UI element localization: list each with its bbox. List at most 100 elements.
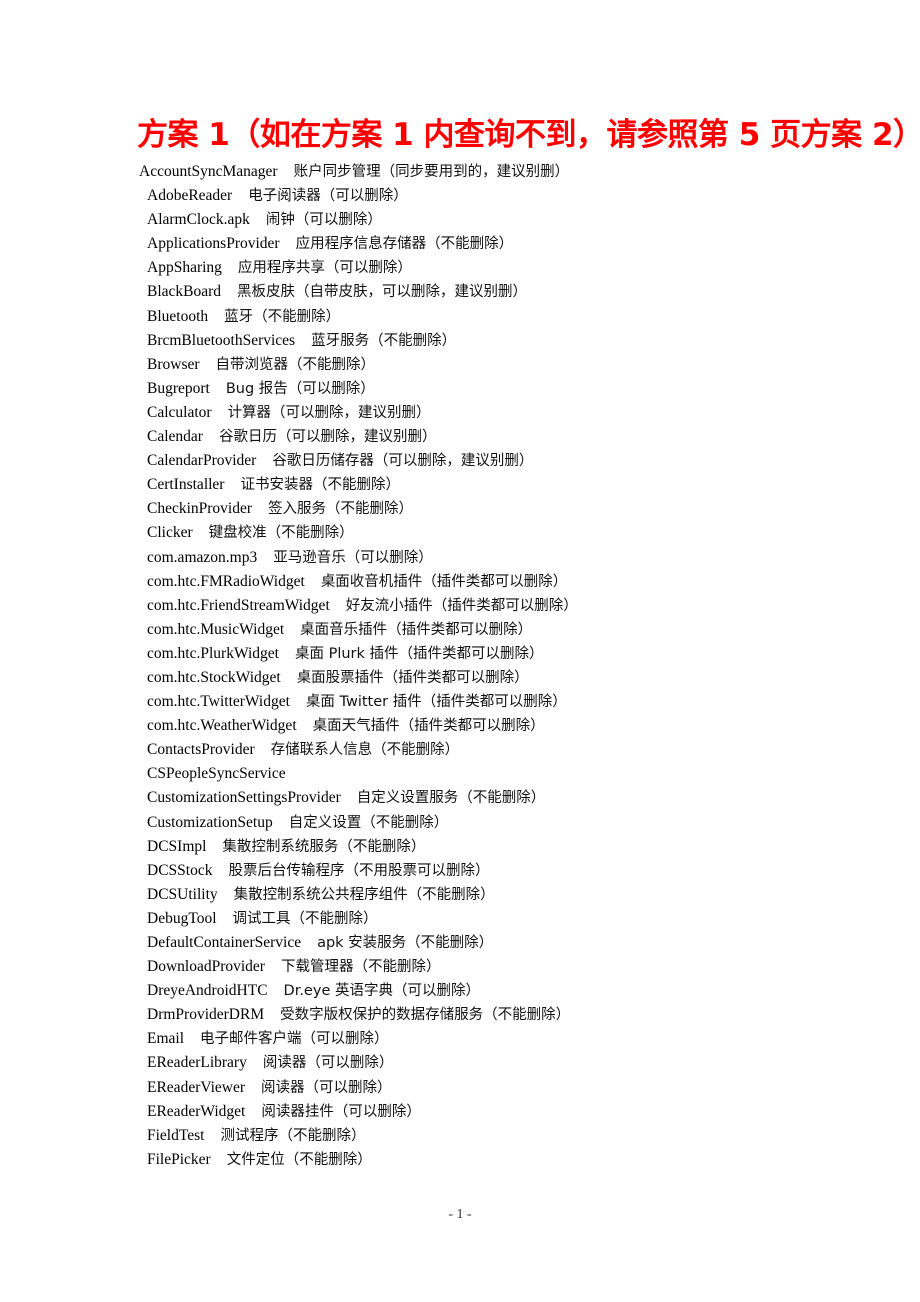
app-entry: com.htc.FMRadioWidget 桌面收音机插件（插件类都可以删除） <box>0 570 920 594</box>
app-entry-name: CustomizationSetup <box>147 813 273 831</box>
app-entry-name: DefaultContainerService <box>147 934 302 951</box>
app-entry-name: ApplicationsProvider <box>147 235 280 253</box>
app-entry-name: Clicker <box>147 524 193 542</box>
app-entry-description: 测试程序（不能删除） <box>220 1127 366 1144</box>
app-entry-name: com.htc.FriendStreamWidget <box>147 596 330 614</box>
app-entry-description: 阅读器挂件（可以删除） <box>261 1103 421 1120</box>
app-entry-description: 桌面收音机插件（插件类都可以删除） <box>320 573 568 590</box>
app-entry: CertInstaller 证书安装器（不能删除） <box>0 473 920 497</box>
app-entry-name: BrcmBluetoothServices <box>147 331 296 349</box>
app-entry-name: com.htc.MusicWidget <box>147 620 285 638</box>
app-entry-name: FieldTest <box>147 1126 205 1144</box>
app-entry: EReaderWidget 阅读器挂件（可以删除） <box>0 1100 920 1124</box>
app-entry-description: 桌面 Twitter 插件（插件类都可以删除） <box>305 694 567 711</box>
app-entry-description: apk 安装服务（不能删除） <box>317 935 494 951</box>
app-entry-name: DCSImpl <box>147 837 207 855</box>
app-entry-name: CheckinProvider <box>147 500 253 518</box>
app-entry: CSPeopleSyncService <box>0 762 920 786</box>
app-entry-name: EReaderViewer <box>147 1078 246 1096</box>
app-entry-name: ContactsProvider <box>147 741 255 759</box>
app-entry-description: 谷歌日历储存器（可以删除，建议别删） <box>272 453 534 470</box>
app-entry: com.htc.PlurkWidget 桌面 Plurk 插件（插件类都可以删除） <box>0 642 920 666</box>
app-entry: DownloadProvider 下载管理器（不能删除） <box>0 955 920 979</box>
app-entry: Bluetooth 蓝牙（不能删除） <box>0 305 920 329</box>
app-entry: ContactsProvider 存储联系人信息（不能删除） <box>0 738 920 762</box>
app-entry: com.htc.WeatherWidget 桌面天气插件（插件类都可以删除） <box>0 714 920 738</box>
app-entry-description: 谷歌日历（可以删除，建议别删） <box>218 429 437 446</box>
app-entry-description: 好友流小插件（插件类都可以删除） <box>345 597 578 614</box>
app-entry-name: EReaderLibrary <box>147 1054 247 1072</box>
app-entry: ApplicationsProvider 应用程序信息存储器（不能删除） <box>0 232 920 256</box>
app-entry-name: com.htc.StockWidget <box>147 668 281 686</box>
app-entry-description: 调试工具（不能删除） <box>232 910 378 927</box>
app-entry: BrcmBluetoothServices 蓝牙服务（不能删除） <box>0 329 920 353</box>
app-entry-name: CustomizationSettingsProvider <box>147 789 341 807</box>
app-entry-description: 自定义设置（不能删除） <box>288 814 449 831</box>
app-entry-description: 亚马逊音乐（可以删除） <box>273 549 433 566</box>
app-entry-description: 桌面音乐插件（插件类都可以删除） <box>300 621 533 638</box>
app-entry: AppSharing 应用程序共享（可以删除） <box>0 256 920 280</box>
app-entry-description: 股票后台传输程序（不用股票可以删除） <box>228 862 490 879</box>
app-entry-description: 阅读器（可以删除） <box>261 1079 392 1096</box>
app-entry: Email 电子邮件客户端（可以删除） <box>0 1027 920 1051</box>
app-entry-name: Calendar <box>147 428 203 446</box>
page-title: 方案 1（如在方案 1 内查询不到，请参照第 5 页方案 2） <box>137 117 920 153</box>
app-entry-description: Bug 报告（可以删除） <box>225 380 375 397</box>
app-entry-description: 电子阅读器（可以删除） <box>248 188 408 205</box>
app-entry-description: 闹钟（可以删除） <box>265 212 382 229</box>
app-entry-description: 自定义设置服务（不能删除） <box>356 790 546 807</box>
app-entry-description: 集散控制系统服务（不能删除） <box>222 838 426 855</box>
app-entry: DCSStock 股票后台传输程序（不用股票可以删除） <box>0 859 920 883</box>
app-entry-name: CertInstaller <box>147 476 225 494</box>
app-entry-description: 黑板皮肤（自带皮肤，可以删除，建议别删） <box>237 284 528 301</box>
app-entry-description: 桌面 Plurk 插件（插件类都可以删除） <box>294 645 544 662</box>
app-entry: FieldTest 测试程序（不能删除） <box>0 1124 920 1148</box>
app-entry-name: AppSharing <box>147 259 222 277</box>
app-entry-description: 受数字版权保护的数据存储服务（不能删除） <box>280 1007 571 1024</box>
app-entry: com.htc.TwitterWidget 桌面 Twitter 插件（插件类都可… <box>0 690 920 714</box>
app-entry-description: 集散控制系统公共程序组件（不能删除） <box>233 886 495 903</box>
app-entry: com.htc.MusicWidget 桌面音乐插件（插件类都可以删除） <box>0 618 920 642</box>
app-entry: EReaderLibrary 阅读器（可以删除） <box>0 1051 920 1075</box>
app-entry: DebugTool 调试工具（不能删除） <box>0 907 920 931</box>
app-entry: BlackBoard 黑板皮肤（自带皮肤，可以删除，建议别删） <box>0 280 920 304</box>
app-entry: DCSImpl 集散控制系统服务（不能删除） <box>0 835 920 859</box>
app-entry-description: 自带浏览器（不能删除） <box>215 356 376 373</box>
app-entry: CustomizationSettingsProvider 自定义设置服务（不能删… <box>0 786 920 810</box>
app-entry-description: 应用程序信息存储器（不能删除） <box>295 236 514 253</box>
app-entry: com.htc.StockWidget 桌面股票插件（插件类都可以删除） <box>0 666 920 690</box>
app-entry: CalendarProvider 谷歌日历储存器（可以删除，建议别删） <box>0 449 920 473</box>
app-entry-name: CalendarProvider <box>147 452 257 470</box>
app-entry: CustomizationSetup 自定义设置（不能删除） <box>0 811 920 835</box>
page-number: - 1 - <box>448 1207 472 1222</box>
app-entry: Calculator 计算器（可以删除，建议别删） <box>0 401 920 425</box>
app-entry-name: com.htc.WeatherWidget <box>147 717 297 735</box>
app-entry-name: DrmProviderDRM <box>147 1006 265 1024</box>
app-entry: AccountSyncManager 账户同步管理（同步要用到的，建议别删） <box>0 160 920 184</box>
app-entry-description: 应用程序共享（可以删除） <box>237 260 412 277</box>
app-entry-description: 桌面股票插件（插件类都可以删除） <box>296 669 529 686</box>
app-entry: Calendar 谷歌日历（可以删除，建议别删） <box>0 425 920 449</box>
app-entry: EReaderViewer 阅读器（可以删除） <box>0 1076 920 1100</box>
app-entry: DrmProviderDRM 受数字版权保护的数据存储服务（不能删除） <box>0 1003 920 1027</box>
app-entry: AlarmClock.apk 闹钟（可以删除） <box>0 208 920 232</box>
app-entry-name: AdobeReader <box>147 187 233 205</box>
app-entry-description: 存储联系人信息（不能删除） <box>270 742 460 759</box>
app-entry-name: BlackBoard <box>147 283 222 301</box>
app-entry: CheckinProvider 签入服务（不能删除） <box>0 497 920 521</box>
app-entry: DefaultContainerService apk 安装服务（不能删除） <box>0 931 920 955</box>
app-entry: Bugreport Bug 报告（可以删除） <box>0 377 920 401</box>
app-entry-description: 文件定位（不能删除） <box>226 1151 372 1168</box>
app-entry-description: 证书安装器（不能删除） <box>240 477 400 494</box>
app-entry-description: 键盘校准（不能删除） <box>208 525 354 542</box>
app-entry: AdobeReader 电子阅读器（可以删除） <box>0 184 920 208</box>
app-entry-description: 签入服务（不能删除） <box>268 501 414 518</box>
app-entry-name: Bluetooth <box>147 307 209 325</box>
app-entry-name: AccountSyncManager <box>139 163 278 180</box>
app-entry-name: com.htc.PlurkWidget <box>147 644 279 662</box>
app-entry-name: DreyeAndroidHTC <box>147 982 268 1000</box>
app-entry: Clicker 键盘校准（不能删除） <box>0 521 920 545</box>
app-entry-description: 电子邮件客户端（可以删除） <box>200 1031 389 1048</box>
app-entry-list: AccountSyncManager 账户同步管理（同步要用到的，建议别删） Ado… <box>0 160 920 1172</box>
app-entry-name: FilePicker <box>147 1150 211 1168</box>
